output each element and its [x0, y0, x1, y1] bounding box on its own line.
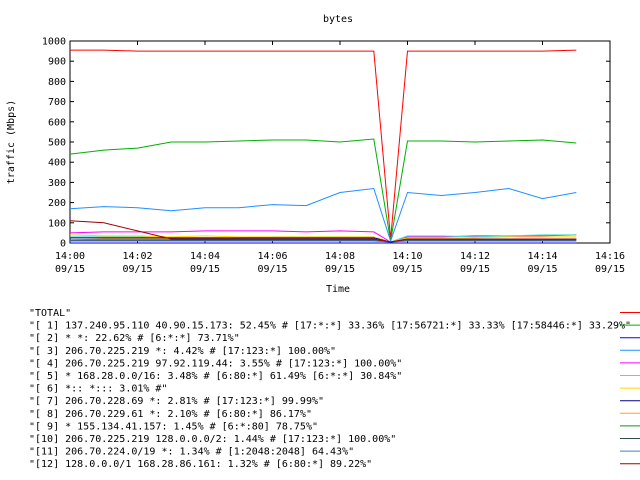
legend-label-4: "[ 4] 206.70.225.219 97.92.119.44: 3.55%… [29, 358, 402, 369]
legend-label-7: "[ 7] 206.70.228.69 *: 2.81% # [17:123:*… [29, 396, 324, 407]
legend-label-8: "[ 8] 206.70.229.61 *: 2.10% # [6:80:*] … [29, 409, 312, 420]
legend: "TOTAL" "[ 1] 137.240.95.110 40.90.15.173… [29, 308, 640, 470]
x-tick-label-4: 14:08 [325, 251, 355, 262]
x-axis-label: Time [326, 284, 350, 295]
x-tick-label-1: 14:02 [122, 251, 152, 262]
x-tick-date-3: 09/15 [257, 264, 287, 275]
series-group [69, 49, 577, 244]
legend-label-1: "[ 1] 137.240.95.110 40.90.15.173: 52.45… [29, 321, 631, 332]
legend-label-2: "[ 2] * *: 22.62% # [6:*:*] 73.71%" [29, 333, 240, 344]
y-tick-label-0: 0 [60, 239, 66, 250]
y-tick-label-1: 100 [48, 218, 66, 229]
x-tick-label-0: 14:00 [55, 251, 85, 262]
legend-label-10: "[10] 206.70.225.219 128.0.0.0/2: 1.44% … [29, 434, 396, 445]
y-tick-label-6: 600 [48, 117, 66, 128]
x-tick-label-3: 14:06 [257, 251, 287, 262]
series-line-11 [70, 240, 577, 243]
x-tick-label-7: 14:14 [527, 251, 557, 262]
x-tick-label-2: 14:04 [190, 251, 220, 262]
chart: bytes traffic (Mbps) Time 0 100 200 300 400 5… [6, 14, 640, 470]
x-tick-date-4: 09/15 [325, 264, 355, 275]
legend-label-0: "TOTAL" [29, 308, 71, 319]
x-tick-label-8: 14:16 [595, 251, 625, 262]
y-tick-label-5: 500 [48, 138, 66, 149]
x-tick-date-7: 09/15 [527, 264, 557, 275]
x-tick-date-8: 09/15 [595, 264, 625, 275]
legend-label-12: "[12] 128.0.0.0/1 168.28.86.161: 1.32% #… [29, 459, 372, 470]
x-tick-date-0: 09/15 [55, 264, 85, 275]
y-tick-label-8: 800 [48, 77, 66, 88]
y-tick-label-7: 700 [48, 97, 66, 108]
y-axis-label: traffic (Mbps) [6, 100, 17, 184]
y-tick-label-10: 1000 [42, 37, 66, 48]
x-tick-date-1: 09/15 [122, 264, 152, 275]
chart-title: bytes [323, 14, 353, 25]
legend-label-5: "[ 5] * 168.28.0.0/16: 3.48% # [6:80:*] … [29, 371, 402, 382]
y-tick-label-4: 400 [48, 158, 66, 169]
x-tick-label-5: 14:10 [392, 251, 422, 262]
y-tick-label-2: 200 [48, 198, 66, 209]
series-line-0 [70, 49, 577, 240]
x-tick-date-6: 09/15 [460, 264, 490, 275]
y-tick-label-3: 300 [48, 178, 66, 189]
y-tick-label-9: 900 [48, 57, 66, 68]
x-tick-label-6: 14:12 [460, 251, 490, 262]
legend-label-6: "[ 6] *:: *::: 3.01% #" [29, 384, 167, 395]
x-tick-date-2: 09/15 [190, 264, 220, 275]
legend-label-11: "[11] 206.70.224.0/19 *: 1.34% # [1:2048… [29, 447, 354, 458]
legend-label-9: "[ 9] * 155.134.41.157: 1.45% # [6:*:80]… [29, 421, 318, 432]
legend-label-3: "[ 3] 206.70.225.219 *: 4.42% # [17:123:… [29, 346, 336, 357]
x-tick-date-5: 09/15 [392, 264, 422, 275]
